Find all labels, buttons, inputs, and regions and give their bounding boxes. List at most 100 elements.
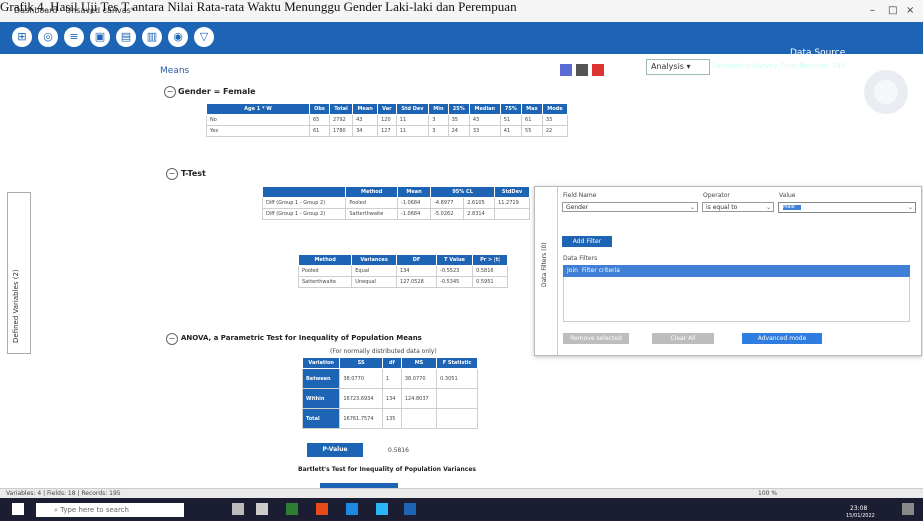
collapse-means-icon[interactable]: − [164, 86, 176, 98]
means-header: Median [468, 103, 501, 115]
table-cell: 1 [381, 368, 402, 389]
field-name-label: Field Name [563, 192, 597, 199]
table-cell: 11 [395, 114, 430, 126]
taskbar-search-input[interactable]: ⌕ Type here to search [36, 503, 184, 517]
windows-start-icon[interactable] [12, 503, 24, 515]
folder-icon[interactable]: ▣ [90, 27, 110, 47]
close-gadget-icon[interactable] [592, 64, 604, 76]
anova-header: df [381, 357, 402, 369]
search-placeholder: Type here to search [60, 506, 129, 514]
app-icon[interactable] [346, 503, 358, 515]
notification-icon[interactable] [902, 503, 914, 515]
app-icon[interactable] [404, 503, 416, 515]
table-cell: 16723.6934 [339, 388, 383, 409]
ttest-heading: T-Test [181, 169, 206, 178]
table-cell: 0.5951 [472, 276, 508, 288]
table-cell: 0.3051 [436, 368, 478, 389]
field-name-select[interactable]: Gender ⌄ [562, 202, 698, 212]
table-cell: 2.8314 [463, 208, 496, 220]
table-cell: 135 [381, 408, 402, 429]
means-header: Mean [352, 103, 379, 115]
status-text: Variables: 4 | Fields: 18 | Records: 195 [6, 490, 121, 497]
data-filters-side-tab[interactable]: Data Filters (0) [535, 187, 558, 355]
ttest-header: Mean [396, 186, 432, 198]
table-cell: Equal [351, 265, 397, 277]
pvalue-label: P-Value [307, 443, 363, 457]
table-cell: -1.0684 [396, 208, 432, 220]
means-header: 75% [499, 103, 523, 115]
table-cell: 1780 [328, 125, 354, 137]
table-cell: 2.6105 [463, 197, 496, 209]
table-cell: -0.5345 [436, 276, 474, 288]
table-cell: Unequal [351, 276, 397, 288]
chevron-down-icon: ⌄ [907, 204, 913, 211]
list-icon[interactable]: ≡ [64, 27, 84, 47]
means-header: Var [377, 103, 397, 115]
table-cell: 127 [377, 125, 397, 137]
document-caption: Grafik 4. Hasil Uji Tes T antara Nilai R… [0, 0, 517, 14]
bartlett-heading: Bartlett's Test for Inequality of Popula… [298, 466, 476, 473]
table-cell: 3 [428, 114, 449, 126]
clear-all-button[interactable]: Clear All [652, 333, 714, 344]
task-view-icon[interactable] [232, 503, 244, 515]
defined-variables-label: Defined Variables (2) [12, 269, 20, 343]
table-cell: 38.0770 [339, 368, 383, 389]
app-icon[interactable] [286, 503, 298, 515]
table-cell [436, 388, 478, 409]
operator-select[interactable]: is equal to ⌄ [702, 202, 774, 212]
add-filter-button[interactable]: Add Filter [562, 236, 612, 247]
print-icon[interactable]: ◉ [168, 27, 188, 47]
new-canvas-icon[interactable]: ⊞ [12, 27, 32, 47]
save-icon[interactable]: ▤ [116, 27, 136, 47]
table-row: Within 16723.6934 134 124.8037 [301, 388, 478, 409]
remove-selected-button[interactable]: Remove selected [563, 333, 629, 344]
collapse-ttest-icon[interactable]: − [166, 168, 178, 180]
table-cell: Within [301, 388, 341, 409]
export-icon[interactable] [576, 64, 588, 76]
collapse-anova-icon[interactable]: − [166, 333, 178, 345]
filter-list-body[interactable] [563, 277, 910, 322]
clock-date[interactable]: 15/01/2022 [846, 513, 875, 519]
table-cell: Satterthwaite [297, 276, 353, 288]
table-row: Pooled Equal 134 -0.5523 0.5816 [297, 265, 508, 277]
table-cell: 35 [447, 114, 470, 126]
chevron-down-icon: ⌄ [689, 204, 695, 211]
means-header: Obs [309, 103, 330, 115]
main-toolbar: ⊞ ◎ ≡ ▣ ▤ ▥ ◉ ▽ Analysis ▾ Data Source S… [0, 22, 923, 75]
defined-variables-tab[interactable]: Defined Variables (2) [7, 192, 31, 354]
ttest-header: Method [297, 254, 353, 266]
ttest-table-1: Method Mean 95% CL StdDev Diff (Group 1 … [261, 186, 530, 220]
data-source-info[interactable]: SatisfactionSurvey_Final Records: 195 [712, 62, 845, 70]
table-row: No 65 2792 43 120 11 3 35 43 51 61 33 [206, 114, 569, 126]
means-title: Means [160, 66, 190, 76]
clock-time[interactable]: 23:08 [850, 505, 867, 512]
table-cell: Diff (Group 1 - Group 2) [261, 197, 347, 209]
table-cell: 2792 [328, 114, 354, 126]
table-row: Diff (Group 1 - Group 2) Pooled -1.0684 … [261, 197, 530, 209]
col-join: Join [567, 267, 578, 274]
table-cell: 38.0770 [400, 368, 438, 389]
means-header: Max [521, 103, 543, 115]
value-selected: Male [783, 205, 801, 210]
table-cell: Diff (Group 1 - Group 2) [261, 208, 347, 220]
app-icon[interactable] [376, 503, 388, 515]
anova-table: Variation SS df MS F Statistic Between 3… [301, 357, 478, 429]
chevron-down-icon: ⌄ [765, 204, 771, 211]
filter-icon[interactable]: ▽ [194, 27, 214, 47]
ttest-header: 95% CL [430, 186, 496, 198]
ttest-header: Method [345, 186, 398, 198]
settings-icon[interactable] [560, 64, 572, 76]
value-input[interactable]: Male ⌄ [778, 202, 916, 213]
table-cell: Satterthwaite [345, 208, 398, 220]
advanced-mode-button[interactable]: Advanced mode [742, 333, 822, 344]
app-icon[interactable] [316, 503, 328, 515]
save-as-icon[interactable]: ▥ [142, 27, 162, 47]
table-cell: 61 [309, 125, 330, 137]
analysis-dropdown[interactable]: Analysis ▾ [646, 59, 710, 75]
table-cell: Pooled [297, 265, 353, 277]
open-canvas-icon[interactable]: ◎ [38, 27, 58, 47]
table-cell: 43 [468, 114, 501, 126]
app-icon[interactable] [256, 503, 268, 515]
pvalue-value: 0.5816 [388, 447, 409, 454]
table-cell [400, 408, 438, 429]
